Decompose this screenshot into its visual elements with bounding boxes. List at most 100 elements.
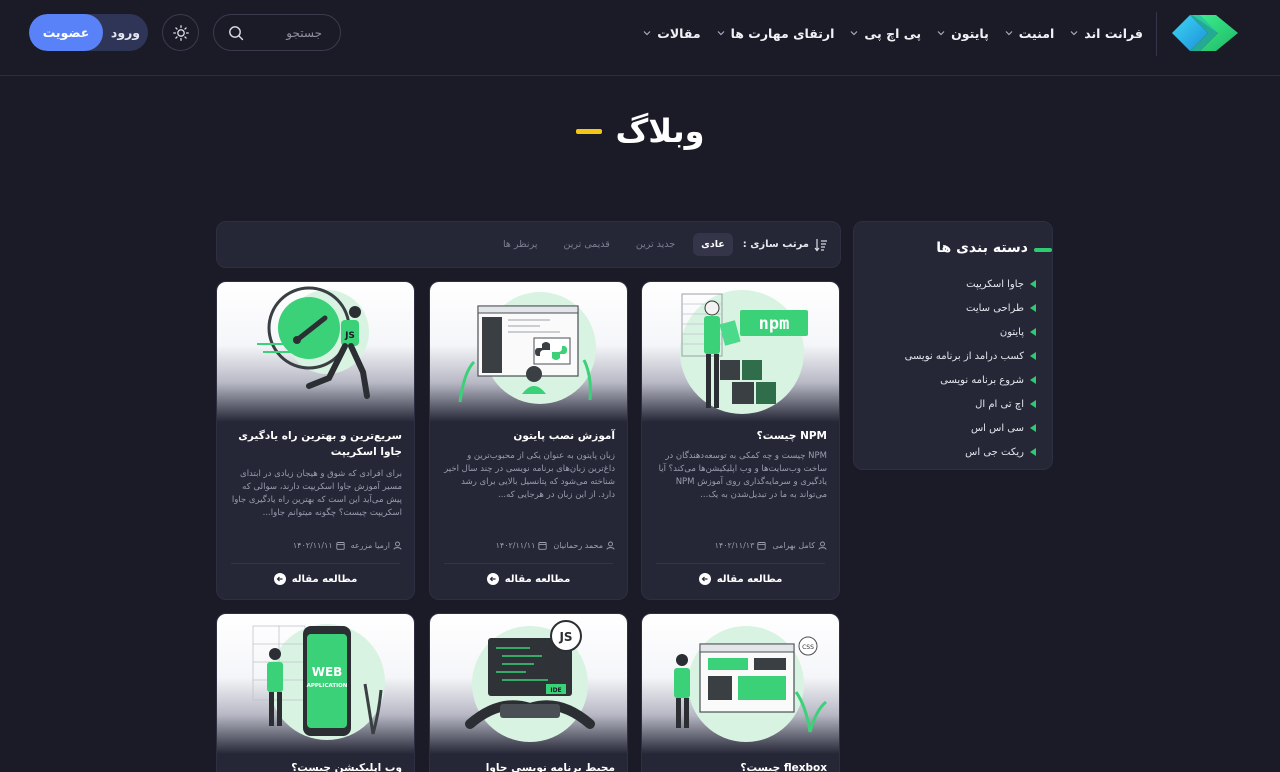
post-thumbnail[interactable]: IDE JS [430, 614, 627, 754]
chevron-down-icon [850, 31, 858, 36]
post-thumbnail[interactable]: JS [217, 282, 414, 422]
read-article-button[interactable]: مطالعه مقاله [642, 573, 839, 585]
calendar-icon [538, 542, 548, 550]
user-icon [606, 541, 615, 550]
category-label: سی اس اس [970, 422, 1024, 434]
svg-text:npm: npm [759, 314, 790, 334]
title-accent-bar [575, 128, 602, 134]
npm-illustration-icon: npm [680, 290, 808, 414]
post-thumbnail[interactable]: npm [642, 282, 839, 422]
nav-item-articles[interactable]: مقالات [643, 25, 701, 41]
post-date: ۱۴۰۲/۱۱/۱۱ [496, 541, 548, 550]
categories-sidebar: دسته بندی ها جاوا اسکریپت طراحی سایت پای… [853, 221, 1053, 470]
python-illustration-icon [458, 292, 596, 404]
signup-button[interactable]: عضویت [29, 14, 103, 51]
category-label: کسب درامد از برنامه نویسی [904, 350, 1024, 362]
nav-item-label: مقالات [657, 25, 701, 41]
post-card: CSS flexbox چیست؟ [641, 613, 840, 772]
user-icon [393, 541, 402, 550]
nav-item-label: پایتون [951, 25, 989, 41]
post-author-name: محمد رحمانیان [553, 541, 603, 550]
play-arrow-icon [1030, 280, 1036, 288]
login-button[interactable]: ورود [103, 14, 148, 51]
theme-toggle-button[interactable] [162, 14, 199, 51]
nav-item-label: ارتقای مهارت ها [730, 25, 835, 41]
nav-item-skills[interactable]: ارتقای مهارت ها [717, 25, 835, 41]
category-item[interactable]: ریکت جی اس [905, 440, 1036, 464]
post-date: ۱۴۰۲/۱۱/۱۳ [715, 541, 767, 550]
post-date: ۱۴۰۲/۱۱/۱۱ [293, 541, 345, 550]
nav-item-python[interactable]: پایتون [937, 26, 989, 41]
post-excerpt: زبان پایتون به عنوان یکی از محبوب‌ترین و… [444, 451, 615, 500]
read-article-label: مطالعه مقاله [291, 573, 358, 585]
post-thumbnail[interactable]: WEB APPLICATION [217, 614, 414, 754]
post-title[interactable]: آموزش نصب پایتون [442, 428, 615, 444]
post-date-text: ۱۴۰۲/۱۱/۱۳ [714, 541, 755, 550]
card-divider [656, 563, 825, 564]
post-thumbnail[interactable] [430, 282, 627, 422]
play-arrow-icon [1030, 400, 1036, 408]
card-divider [444, 563, 613, 564]
post-title[interactable]: سریع‌ترین و بهترین راه یادگیری جاوا اسکر… [229, 428, 402, 460]
svg-text:JS: JS [344, 331, 355, 341]
svg-text:IDE: IDE [550, 687, 561, 694]
nav-item-php[interactable]: پی اچ پی [850, 26, 921, 41]
play-arrow-icon [1030, 448, 1036, 456]
search-box [213, 14, 341, 51]
svg-text:WEB: WEB [312, 665, 343, 679]
nav-item-frontend[interactable]: فرانت اند [1070, 26, 1143, 41]
logo-divider [1156, 12, 1157, 56]
post-title[interactable]: flexbox چیست؟ [654, 760, 827, 772]
nav-item-label: امنیت [1018, 25, 1055, 41]
post-title[interactable]: وب اپلیکیشن چیست؟ [229, 760, 402, 772]
calendar-icon [757, 542, 767, 550]
svg-text:JS: JS [558, 630, 572, 644]
post-author: محمد رحمانیان [553, 541, 615, 550]
svg-text:APPLICATION: APPLICATION [307, 683, 348, 689]
post-author: کامل بهرامی [772, 541, 827, 550]
post-date-text: ۱۴۰۲/۱۱/۱۱ [292, 541, 333, 550]
flexbox-illustration-icon: CSS [674, 626, 827, 742]
nav-item-security[interactable]: امنیت [1005, 26, 1054, 41]
post-author: ارمیا مزرعه [351, 541, 402, 550]
play-arrow-icon [1030, 376, 1036, 384]
category-label: ریکت جی اس [965, 446, 1024, 458]
category-item[interactable]: سی اس اس [905, 416, 1036, 440]
site-logo-icon[interactable] [1170, 10, 1240, 56]
post-meta: کامل بهرامی ۱۴۰۲/۱۱/۱۳ [654, 541, 827, 550]
sidebar-title: دسته بندی ها [936, 240, 1028, 256]
js-ide-illustration-icon: IDE JS [465, 620, 595, 742]
read-article-button[interactable]: مطالعه مقاله [217, 573, 414, 585]
sort-icon [814, 238, 827, 251]
category-label: طراحی سایت [966, 302, 1024, 314]
svg-text:CSS: CSS [802, 644, 814, 651]
post-card: npm NPM چیست؟ NPM چیست و چه کمکی به توسع… [641, 281, 840, 600]
category-item[interactable]: اچ تی ام ال [905, 392, 1036, 416]
sort-option-most-comments[interactable]: پرنظر ها [495, 233, 546, 256]
sort-option-default[interactable]: عادی [693, 233, 733, 256]
sort-option-newest[interactable]: جدید ترین [628, 233, 683, 256]
post-title[interactable]: محیط برنامه نویسی جاوا اسکریپت [442, 760, 615, 772]
header-actions: عضویت ورود [29, 14, 341, 51]
page-title: وبلاگ [615, 112, 705, 150]
main-nav: فرانت اند امنیت پایتون پی اچ پی ارتقای م… [643, 0, 1143, 66]
search-icon[interactable] [228, 25, 244, 41]
category-item[interactable]: پایتون [905, 320, 1036, 344]
post-author-name: ارمیا مزرعه [350, 541, 390, 550]
post-thumbnail[interactable]: CSS [642, 614, 839, 754]
read-article-button[interactable]: مطالعه مقاله [430, 573, 627, 585]
category-item[interactable]: طراحی سایت [905, 296, 1036, 320]
sort-label: مرتب سازی : [742, 239, 809, 250]
post-title[interactable]: NPM چیست؟ [654, 428, 827, 444]
sort-option-oldest[interactable]: قدیمی ترین [555, 233, 617, 256]
search-input[interactable] [252, 25, 322, 40]
card-divider [231, 563, 400, 564]
play-arrow-icon [1030, 328, 1036, 336]
category-item[interactable]: کسب درامد از برنامه نویسی [905, 344, 1036, 368]
post-card: آموزش نصب پایتون زبان پایتون به عنوان یک… [429, 281, 628, 600]
play-arrow-icon [1030, 304, 1036, 312]
category-item[interactable]: شروع برنامه نویسی [905, 368, 1036, 392]
page-title-wrap: وبلاگ [0, 112, 1280, 150]
read-article-label: مطالعه مقاله [716, 573, 783, 585]
category-item[interactable]: جاوا اسکریپت [905, 272, 1036, 296]
